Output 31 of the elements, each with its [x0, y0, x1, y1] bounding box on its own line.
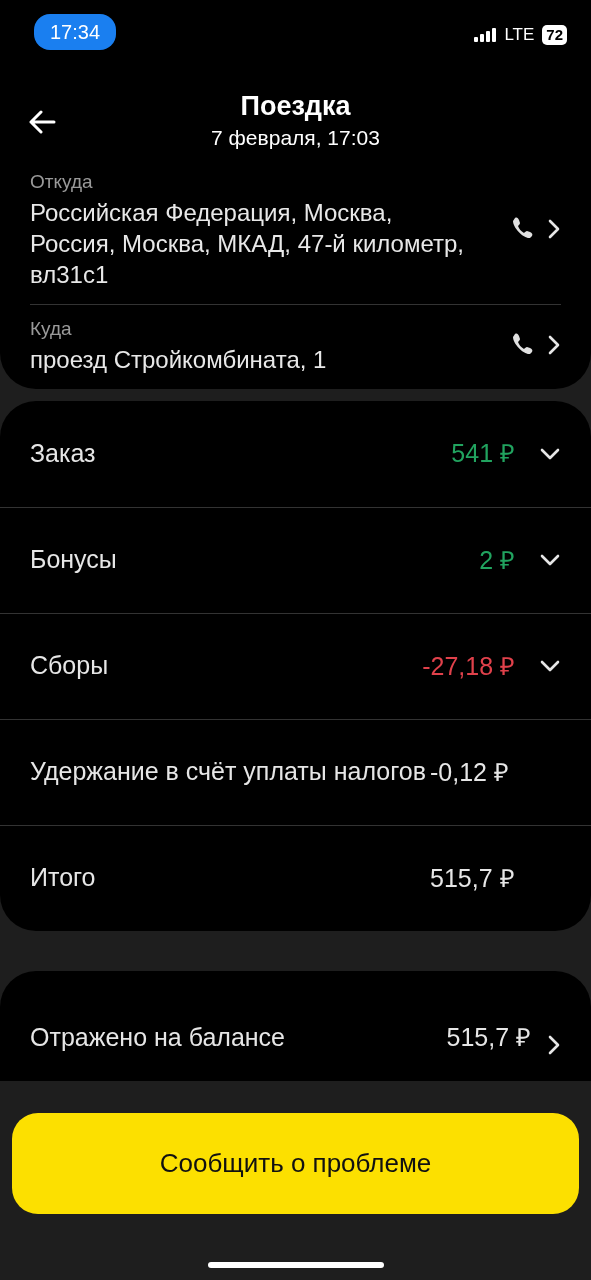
address-text: Российская Федерация, Москва, Россия, Москва, МКАД, 47-й километр, вл31с1 — [30, 197, 466, 290]
row-amount: 515,7 ₽ — [430, 862, 515, 894]
chevron-right-icon[interactable] — [547, 1034, 561, 1057]
row-label: Заказ — [30, 437, 97, 469]
row-label: Итого — [30, 862, 97, 894]
back-arrow-icon — [28, 110, 56, 134]
back-button[interactable] — [28, 110, 56, 134]
row-label: Бонусы — [30, 544, 118, 576]
signal-icon — [474, 27, 497, 42]
address-text: проезд Стройкомбината, 1 — [30, 344, 328, 375]
row-amount: 541 ₽ — [451, 438, 515, 469]
chevron-right-icon[interactable] — [547, 218, 561, 241]
row-amount: -0,12 ₽ — [430, 756, 509, 788]
address-label: Откуда — [30, 170, 94, 194]
balance-amount: 515,7 ₽ — [446, 1021, 531, 1053]
address-label: Куда — [30, 317, 73, 342]
balance-label: Отражено на балансе — [30, 1021, 286, 1053]
network-label: LTE — [504, 24, 535, 46]
report-problem-button[interactable]: Сообщить о проблеме — [12, 1113, 579, 1214]
trip-date: 7 февраля, 17:03 — [211, 124, 380, 151]
row-label: Сборы — [30, 650, 110, 682]
chevron-right-icon[interactable] — [547, 333, 561, 356]
chevron-down-icon[interactable] — [539, 659, 561, 674]
row-amount: -27,18 ₽ — [422, 650, 515, 682]
row-label: Удержание в счёт уплаты налогов — [30, 756, 427, 788]
status-time: 17:34 — [34, 14, 117, 50]
battery-level: 72 — [542, 24, 567, 45]
screen-title: Поездка — [240, 92, 351, 122]
chevron-down-icon[interactable] — [539, 553, 561, 568]
row-amount: 2 ₽ — [479, 544, 515, 576]
chevron-down-icon[interactable] — [539, 446, 561, 461]
